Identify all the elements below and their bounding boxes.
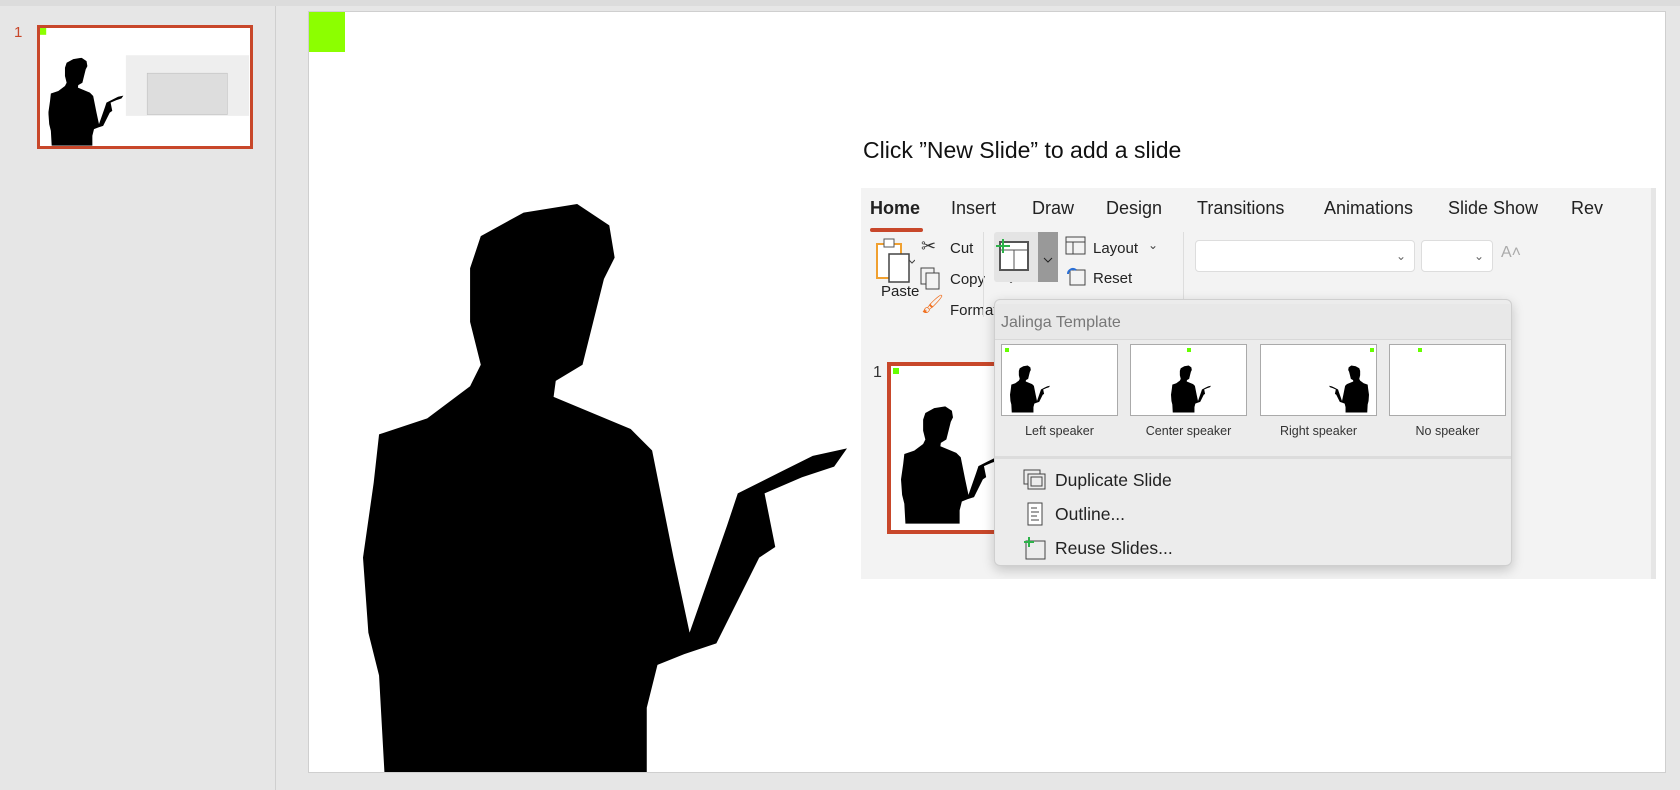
menu-item-reuse-slides: Reuse Slides... [1023, 536, 1173, 560]
embedded-slide-number: 1 [873, 364, 882, 381]
menu-header: Jalinga Template [995, 304, 1511, 340]
tab-draw: Draw [1032, 198, 1075, 218]
paste-label: Paste [881, 283, 920, 300]
thumbnail-preview [40, 28, 250, 146]
slide-1: Click ”New Slide” to add a slide Home In… [309, 12, 1665, 772]
slide-canvas[interactable]: Click ”New Slide” to add a slide Home In… [308, 11, 1666, 773]
scissors-icon: ✂ [921, 236, 937, 256]
format-painter-icon: 🖌 [921, 294, 944, 314]
layout-icon [1065, 236, 1086, 255]
menu-divider [995, 456, 1511, 459]
format-painter-button: Format [950, 302, 998, 319]
speaker-silhouette[interactable] [363, 204, 847, 772]
embedded-speaker-silhouette [901, 406, 1001, 524]
reset-icon [1067, 268, 1086, 286]
thumbnail-accent [40, 28, 47, 35]
paste-icon [876, 238, 915, 283]
layout-left-speaker: Left speaker [1001, 344, 1118, 438]
tab-slide-show: Slide Show [1448, 198, 1539, 218]
new-slide-button [994, 232, 1058, 282]
new-slide-dropdown: Jalinga Template Left speaker Center spe… [994, 299, 1512, 566]
tab-review: Rev [1571, 198, 1604, 218]
ribbon-tabs: Home Insert Draw Design Transitions Anim… [861, 188, 1656, 228]
reuse-slides-icon [1024, 537, 1046, 560]
ribbon-separator [983, 232, 984, 317]
slide-thumbnail-1[interactable] [37, 25, 253, 149]
tab-home: Home [870, 198, 921, 218]
new-slide-icon [996, 232, 1058, 282]
menu-item-label: Outline... [1055, 503, 1126, 524]
font-size-combo: ⌄ [1421, 240, 1493, 272]
slide-thumbnail-panel: 1 [0, 6, 276, 790]
layout-no-speaker: No speaker [1389, 344, 1506, 438]
menu-item-label: Reuse Slides... [1055, 537, 1173, 558]
layout-label: Right speaker [1279, 424, 1358, 438]
menu-item-outline: Outline... [1023, 502, 1125, 526]
thumbnail-menu [146, 72, 228, 115]
copy-icon [920, 267, 940, 290]
cut-button: Cut [950, 240, 974, 257]
active-tab-underline [870, 228, 923, 232]
slide-number: 1 [14, 24, 23, 41]
layout-chevron-icon: ⌄ [1148, 238, 1159, 252]
outline-icon [1027, 502, 1043, 526]
slide-title[interactable]: Click ”New Slide” to add a slide [863, 137, 1181, 164]
duplicate-slide-icon [1023, 469, 1046, 490]
layout-label: Left speaker [1025, 424, 1094, 438]
increase-font-icon: A˄ [1501, 244, 1522, 261]
layout-right-speaker: Right speaker [1260, 344, 1377, 438]
thumbnail-speaker-silhouette [48, 57, 124, 146]
embedded-screenshot[interactable]: Home Insert Draw Design Transitions Anim… [861, 188, 1656, 579]
menu-item-duplicate-slide: Duplicate Slide [1023, 468, 1172, 492]
layout-label: Center speaker [1145, 424, 1232, 438]
tab-transitions: Transitions [1197, 198, 1285, 218]
reset-button: Reset [1093, 270, 1133, 287]
accent-square [309, 12, 345, 52]
menu-item-label: Duplicate Slide [1055, 469, 1172, 490]
font-name-combo: ⌄ [1195, 240, 1415, 272]
embedded-scrollbar [1651, 188, 1656, 579]
layout-button: Layout [1093, 240, 1139, 257]
layout-label: No speaker [1415, 424, 1480, 438]
tab-insert: Insert [951, 198, 997, 218]
copy-button: Copy [950, 271, 986, 288]
tab-animations: Animations [1324, 198, 1414, 218]
layout-center-speaker: Center speaker [1130, 344, 1247, 438]
tab-design: Design [1106, 198, 1163, 218]
